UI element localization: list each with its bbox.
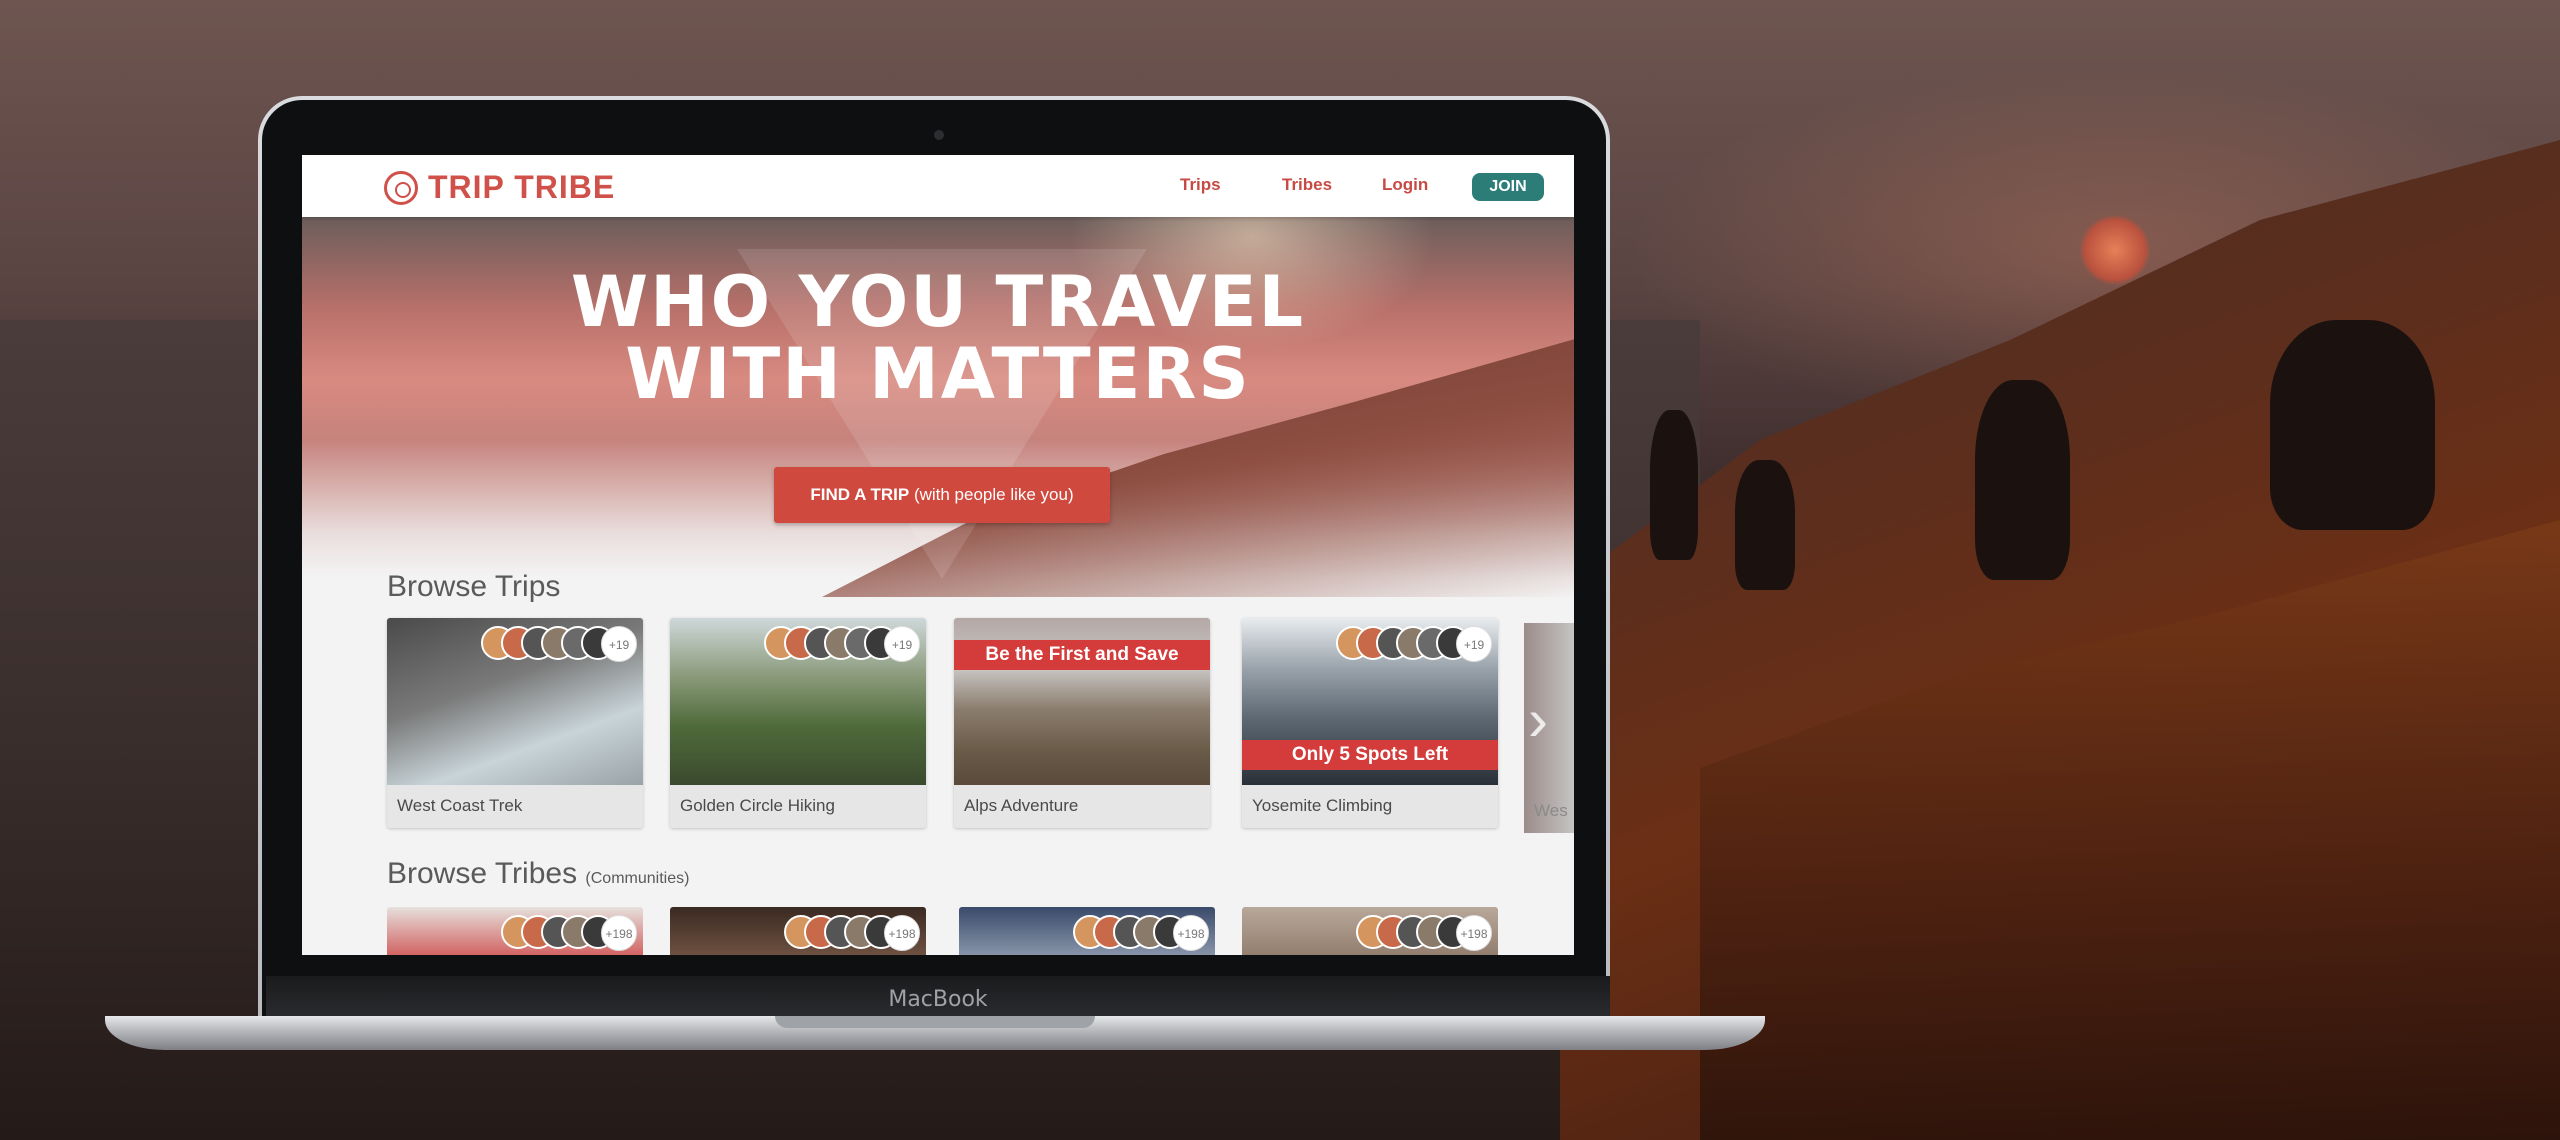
member-avatars: +19	[481, 626, 637, 662]
camera-icon	[934, 130, 944, 140]
trip-card-label: Yosemite Climbing	[1252, 796, 1393, 815]
member-avatars: +198	[501, 915, 637, 951]
tribe-card[interactable]: +198	[387, 907, 643, 955]
browse-tribes-subtitle: (Communities)	[585, 870, 690, 887]
trip-card-label: Golden Circle Hiking	[680, 796, 835, 815]
hero-title-line1: WHO YOU TRAVEL	[570, 261, 1306, 343]
top-nav: TRIP TRIBE Trips Tribes Login JOIN	[302, 155, 1574, 217]
background-person	[1975, 380, 2070, 580]
lens-flare	[2080, 215, 2150, 285]
background-person	[1650, 410, 1698, 560]
member-avatars: +19	[764, 626, 920, 662]
browse-trips-title: Browse Trips	[387, 570, 561, 603]
compass-logo-icon	[384, 170, 418, 205]
trip-card[interactable]: Be the First and Save Alps Adventure	[954, 618, 1210, 828]
tribe-card[interactable]: +198	[959, 907, 1215, 955]
hero-title-line2: WITH MATTERS	[625, 333, 1251, 415]
trip-card[interactable]: +19 Only 5 Spots Left Yosemite Climbing	[1242, 618, 1498, 828]
member-count-badge: +19	[884, 626, 920, 662]
laptop-chin: MacBook	[266, 976, 1610, 1018]
member-count-badge: +19	[601, 626, 637, 662]
member-count-badge: +19	[1456, 626, 1492, 662]
hero-section: WHO YOU TRAVEL WITH MATTERS	[302, 217, 1574, 597]
member-count-badge: +198	[601, 915, 637, 951]
chevron-right-icon[interactable]: ›	[1528, 685, 1548, 754]
member-count-badge: +198	[1456, 915, 1492, 951]
cta-bold-label: FIND A TRIP	[810, 485, 910, 504]
device-label: MacBook	[888, 987, 988, 1012]
member-count-badge: +198	[1173, 915, 1209, 951]
find-trip-button[interactable]: FIND A TRIP (with people like you)	[774, 467, 1110, 523]
laptop-base	[105, 1016, 1765, 1050]
member-count-badge: +198	[884, 915, 920, 951]
website-screen: WHO YOU TRAVEL WITH MATTERS TRIP TRIBE T…	[302, 155, 1574, 955]
nav-tribes-link[interactable]: Tribes	[1282, 175, 1332, 195]
nav-trips-link[interactable]: Trips	[1180, 175, 1221, 195]
trip-card[interactable]: +19 West Coast Trek	[387, 618, 643, 828]
promo-banner: Be the First and Save	[954, 640, 1210, 670]
join-button[interactable]: JOIN	[1472, 173, 1544, 201]
brand-name: TRIP TRIBE	[428, 169, 616, 205]
background-person	[2270, 320, 2435, 530]
browse-tribes-heading: Browse Tribes	[387, 857, 578, 890]
trip-card-label: West Coast Trek	[397, 796, 523, 815]
member-avatars: +198	[784, 915, 920, 951]
trip-card-label: Wes	[1534, 801, 1568, 820]
tribe-card[interactable]: +198	[1242, 907, 1498, 955]
nav-login-link[interactable]: Login	[1382, 175, 1428, 195]
member-avatars: +19	[1336, 626, 1492, 662]
member-avatars: +198	[1356, 915, 1492, 951]
logo[interactable]: TRIP TRIBE	[384, 169, 615, 206]
laptop-notch	[775, 1016, 1095, 1028]
browse-tribes-title: Browse Tribes (Communities)	[387, 857, 689, 891]
promo-banner: Only 5 Spots Left	[1242, 740, 1498, 770]
cta-rest-label: (with people like you)	[909, 485, 1074, 504]
background-person	[1735, 460, 1795, 590]
member-avatars: +198	[1073, 915, 1209, 951]
tribe-card[interactable]: +198	[670, 907, 926, 955]
trip-card[interactable]: +19 Golden Circle Hiking	[670, 618, 926, 828]
trip-card-label: Alps Adventure	[964, 796, 1079, 815]
